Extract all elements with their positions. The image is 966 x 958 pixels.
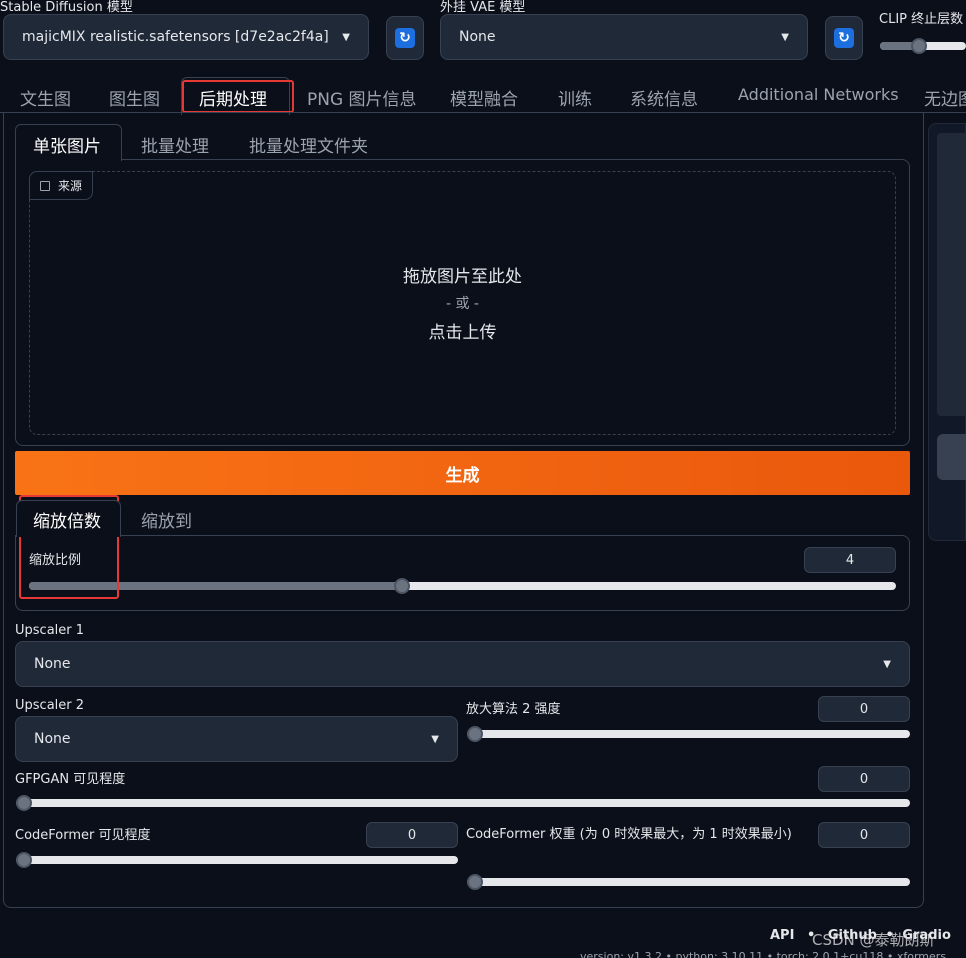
codeformer-weight-label: CodeFormer 权重 (为 0 时效果最大，为 1 时效果最小) xyxy=(466,827,792,842)
upscaler1-value: None xyxy=(34,656,71,672)
gfpgan-label: GFPGAN 可见程度 xyxy=(15,772,126,787)
generate-button[interactable]: 生成 xyxy=(15,451,910,495)
gfpgan-thumb[interactable] xyxy=(16,795,32,811)
chevron-down-icon: ▼ xyxy=(883,658,891,670)
gfpgan-input[interactable]: 0 xyxy=(818,766,910,792)
subtab-batch[interactable]: 批量处理 xyxy=(141,132,209,157)
tab-additional-networks[interactable]: Additional Networks xyxy=(738,85,899,104)
clip-label: CLIP 终止层数 xyxy=(879,12,964,27)
chevron-down-icon: ▼ xyxy=(342,31,350,43)
subtab-single-image[interactable]: 单张图片 xyxy=(33,132,101,157)
model-label: Stable Diffusion 模型 xyxy=(0,0,133,15)
upscaler2-strength-thumb[interactable] xyxy=(467,726,483,742)
upscaler2-label: Upscaler 2 xyxy=(15,698,85,713)
scale-container xyxy=(15,535,910,611)
codeformer-weight-thumb[interactable] xyxy=(467,874,483,890)
tab-scale-by[interactable]: 缩放倍数 xyxy=(33,507,101,532)
upscaler2-value: None xyxy=(34,731,71,747)
subtab-batch-folder[interactable]: 批量处理文件夹 xyxy=(249,132,368,157)
version-line: version: v1.3.2 • python: 3.10.11 • torc… xyxy=(580,950,947,958)
source-badge-label: 来源 xyxy=(58,179,83,193)
image-icon xyxy=(40,180,50,191)
or-text: - 或 - xyxy=(445,296,479,312)
codeformer-weight-slider[interactable] xyxy=(467,878,910,886)
model-select-value: majicMIX realistic.safetensors [d7e2ac2f… xyxy=(22,29,329,45)
highlight-box-extras-tab xyxy=(182,80,294,113)
codeformer-weight-input[interactable]: 0 xyxy=(818,822,910,848)
upscaler2-strength-input[interactable]: 0 xyxy=(818,696,910,722)
vae-select[interactable]: None ▼ xyxy=(440,14,808,60)
refresh-icon: ↻ xyxy=(834,28,854,48)
click-upload-text: 点击上传 xyxy=(428,323,497,343)
tab-png-info[interactable]: PNG 图片信息 xyxy=(307,85,417,110)
tab-merge[interactable]: 模型融合 xyxy=(450,85,518,110)
tab-txt2img[interactable]: 文生图 xyxy=(20,85,71,110)
tab-img2img[interactable]: 图生图 xyxy=(109,85,160,110)
output-action-button[interactable] xyxy=(937,434,966,480)
refresh-icon: ↻ xyxy=(395,28,415,48)
model-refresh-button[interactable]: ↻ xyxy=(386,16,424,60)
drop-text: 拖放图片至此处 xyxy=(403,267,522,287)
tab-system-info[interactable]: 系统信息 xyxy=(630,85,698,110)
upscaler2-strength-slider[interactable] xyxy=(467,730,910,738)
scale-number-input[interactable]: 4 xyxy=(804,547,896,573)
vae-refresh-button[interactable]: ↻ xyxy=(825,16,863,60)
upscaler1-label: Upscaler 1 xyxy=(15,623,85,638)
upscaler2-strength-label: 放大算法 2 强度 xyxy=(466,702,561,717)
upscaler2-select[interactable]: None ▼ xyxy=(15,716,458,762)
gfpgan-slider[interactable] xyxy=(16,799,910,807)
api-link[interactable]: API xyxy=(770,928,794,943)
chevron-down-icon: ▼ xyxy=(431,733,439,745)
chevron-down-icon: ▼ xyxy=(781,31,789,43)
codeformer-thumb[interactable] xyxy=(16,852,32,868)
codeformer-input[interactable]: 0 xyxy=(366,822,458,848)
scale-label: 缩放比例 xyxy=(29,553,82,568)
scale-slider-thumb[interactable] xyxy=(394,578,410,594)
clip-slider-thumb[interactable] xyxy=(911,38,927,54)
codeformer-label: CodeFormer 可见程度 xyxy=(15,828,151,843)
vae-label: 外挂 VAE 模型 xyxy=(440,0,526,15)
tab-train[interactable]: 训练 xyxy=(558,85,592,110)
tab-infinite-image[interactable]: 无边图 xyxy=(924,85,966,110)
watermark: CSDN @泰勒朗斯 xyxy=(812,931,935,949)
scale-slider[interactable] xyxy=(29,582,896,590)
tab-scale-to[interactable]: 缩放到 xyxy=(141,507,192,532)
upscaler1-select[interactable]: None ▼ xyxy=(15,641,910,687)
model-select[interactable]: majicMIX realistic.safetensors [d7e2ac2f… xyxy=(3,14,369,60)
source-badge: 来源 xyxy=(29,171,94,200)
codeformer-slider[interactable] xyxy=(16,856,458,864)
output-gallery xyxy=(937,133,966,416)
vae-select-value: None xyxy=(459,29,496,45)
